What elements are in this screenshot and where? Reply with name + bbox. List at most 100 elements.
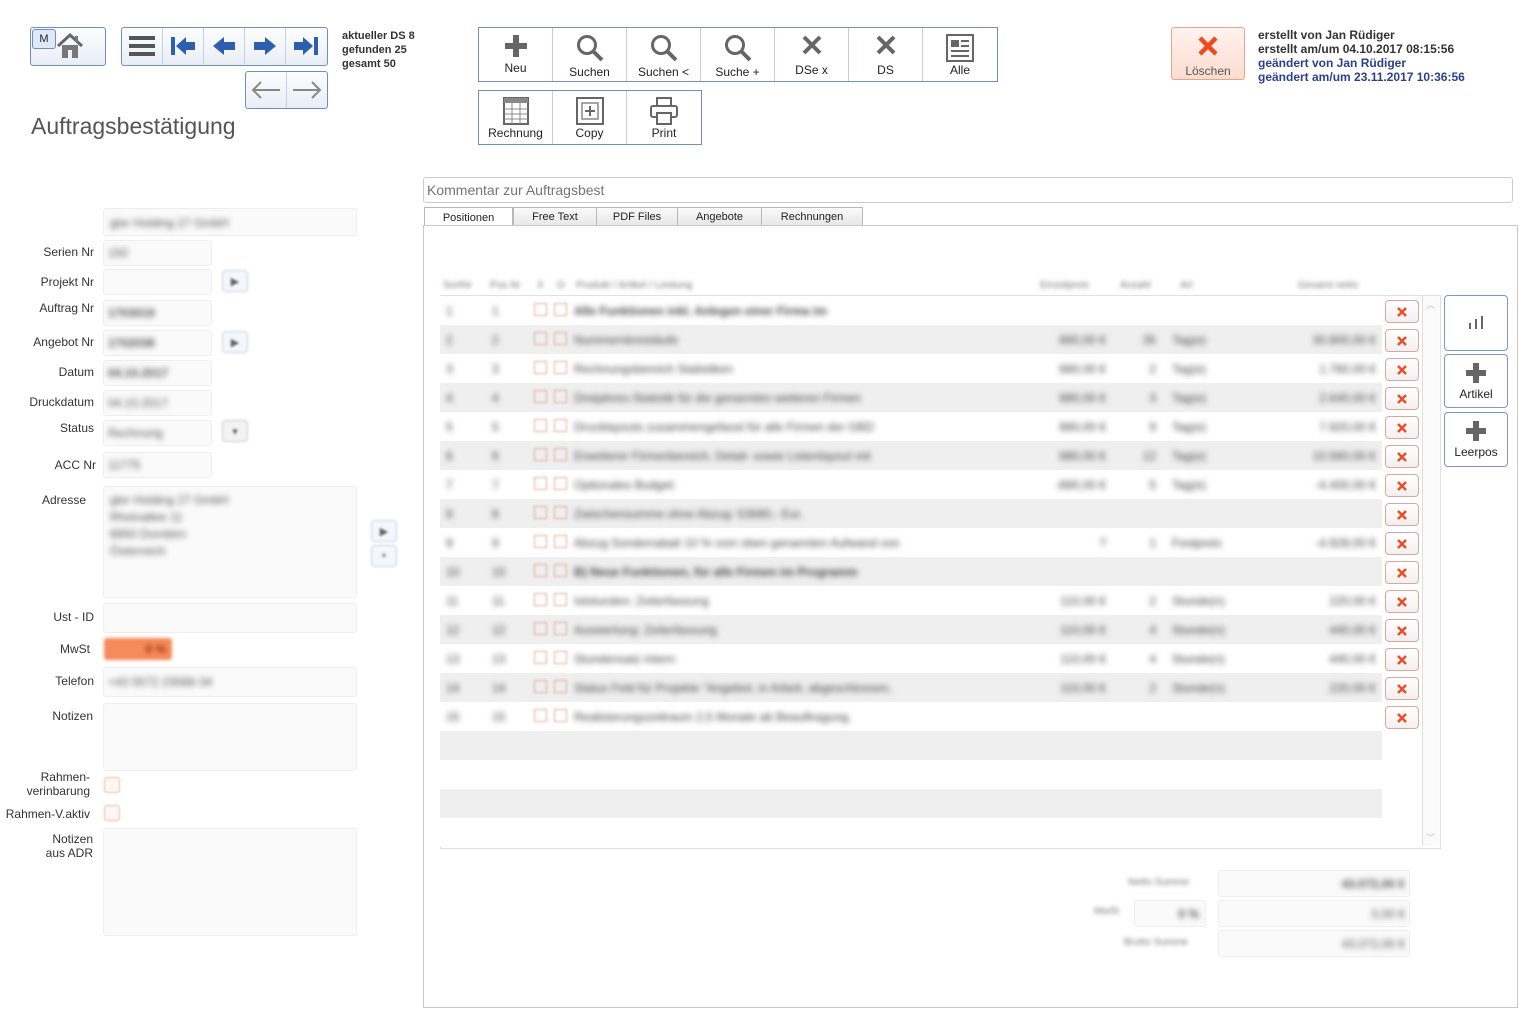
delete-row-button[interactable] bbox=[1385, 387, 1419, 410]
company-field[interactable]: gler Holding 27 GmbH bbox=[103, 208, 357, 236]
table-row[interactable]: 15 15 Realisierungszeitraum 2,5 Monate ab … bbox=[440, 702, 1382, 731]
table-row[interactable]: 7 7 Optionales Budget: -880,00 € 5 Tag(e) -4.4… bbox=[440, 470, 1382, 499]
tab-angebote[interactable]: Angebote bbox=[677, 207, 762, 226]
search-less-button[interactable]: Suchen < bbox=[627, 28, 701, 81]
table-row[interactable]: 12 12 Auswertung: Zeiterfassung 110,00 € 4 St… bbox=[440, 615, 1382, 644]
scroll-down-icon[interactable]: ﹀ bbox=[1426, 831, 1435, 844]
row-checkbox[interactable] bbox=[554, 709, 567, 722]
first-record-icon[interactable] bbox=[163, 28, 204, 64]
row-checkbox[interactable] bbox=[534, 709, 547, 722]
table-row[interactable]: 1 1 Alle Funktionen inkl. Anlegen einer Fi… bbox=[440, 296, 1382, 325]
delete-button[interactable]: Löschen bbox=[1171, 27, 1245, 80]
delete-row-button[interactable] bbox=[1385, 532, 1419, 555]
ust-id-field[interactable] bbox=[103, 603, 357, 633]
table-row[interactable]: 9 9 Abzug Sonderrabatt 10 % vom oben genan… bbox=[440, 528, 1382, 557]
row-checkbox[interactable] bbox=[534, 680, 547, 693]
home-icon[interactable] bbox=[55, 31, 85, 61]
delete-row-button[interactable] bbox=[1385, 706, 1419, 729]
delete-row-button[interactable] bbox=[1385, 561, 1419, 584]
row-checkbox[interactable] bbox=[554, 303, 567, 316]
row-checkbox[interactable] bbox=[554, 593, 567, 606]
delete-row-button[interactable] bbox=[1385, 677, 1419, 700]
tab-pdf-files[interactable]: PDF Files bbox=[596, 207, 678, 226]
delete-row-button[interactable] bbox=[1385, 358, 1419, 381]
row-checkbox[interactable] bbox=[534, 651, 547, 664]
row-checkbox[interactable] bbox=[554, 361, 567, 374]
previous-record-icon[interactable] bbox=[204, 28, 245, 64]
table-row[interactable]: 3 3 Rechnungsbereich Statistiken 880,00 € 2 T… bbox=[440, 354, 1382, 383]
angebot-nr-field[interactable]: 1702038 bbox=[103, 330, 212, 356]
row-checkbox[interactable] bbox=[534, 477, 547, 490]
druckdatum-field[interactable]: 04.10.2017 bbox=[103, 390, 212, 416]
table-row[interactable]: 8 8 Zwischensumme ohne Abzug: 53680,- Eur. bbox=[440, 499, 1382, 528]
table-row[interactable]: 2 2 Nummernkreisläufe 880,00 € 35 Tag(e) 30.80… bbox=[440, 325, 1382, 354]
search-add-button[interactable]: Suche + bbox=[701, 28, 775, 81]
notizen-field[interactable] bbox=[103, 703, 357, 771]
table-row[interactable]: 6 6 Erweiterer Firmenbereich, Detail- sowi… bbox=[440, 441, 1382, 470]
chart-button[interactable] bbox=[1444, 295, 1508, 351]
tab-free-text[interactable]: Free Text bbox=[513, 207, 597, 226]
delete-row-button[interactable] bbox=[1385, 445, 1419, 468]
back-arrow-icon[interactable] bbox=[246, 72, 287, 108]
table-row[interactable]: 10 10 B) Neue Funktionen, für alle Firmen … bbox=[440, 557, 1382, 586]
omit-record-button[interactable]: DS bbox=[849, 28, 923, 81]
row-checkbox[interactable] bbox=[554, 651, 567, 664]
omit-records-button[interactable]: DSe x bbox=[775, 28, 849, 81]
next-record-icon[interactable] bbox=[245, 28, 286, 64]
row-checkbox[interactable] bbox=[554, 564, 567, 577]
address-go-button[interactable]: ▶ bbox=[371, 520, 397, 542]
auftrag-nr-field[interactable]: 1703019 bbox=[103, 300, 212, 326]
row-checkbox[interactable] bbox=[554, 419, 567, 432]
adresse-field[interactable]: gler Holding 27 GmbH Rheinallee 11 6850 … bbox=[103, 486, 357, 598]
scroll-up-icon[interactable]: ︿ bbox=[1426, 298, 1435, 311]
telefon-field[interactable]: +43 5572 23568-34 bbox=[103, 667, 357, 697]
delete-row-button[interactable] bbox=[1385, 474, 1419, 497]
tab-rechnungen[interactable]: Rechnungen bbox=[761, 207, 863, 226]
table-row[interactable]: 14 14 Status Feld für Projekte "Angebot, i… bbox=[440, 673, 1382, 702]
delete-row-button[interactable] bbox=[1385, 416, 1419, 439]
row-checkbox[interactable] bbox=[554, 506, 567, 519]
invoice-button[interactable]: Rechnung bbox=[479, 91, 553, 144]
row-checkbox[interactable] bbox=[534, 593, 547, 606]
projekt-nr-field[interactable] bbox=[103, 269, 212, 295]
row-checkbox[interactable] bbox=[554, 622, 567, 635]
copy-button[interactable]: Copy bbox=[553, 91, 627, 144]
row-checkbox[interactable] bbox=[534, 448, 547, 461]
forward-arrow-icon[interactable] bbox=[287, 72, 327, 108]
row-checkbox[interactable] bbox=[534, 303, 547, 316]
rahmen-aktiv-checkbox[interactable] bbox=[104, 805, 120, 821]
serien-nr-field[interactable]: 150 bbox=[103, 240, 212, 266]
table-row[interactable]: 5 5 Drucklayouts zusammengefasst für alle … bbox=[440, 412, 1382, 441]
row-checkbox[interactable] bbox=[534, 419, 547, 432]
notizen-adr-field[interactable] bbox=[103, 828, 357, 936]
address-add-button[interactable]: + bbox=[371, 545, 397, 567]
row-checkbox[interactable] bbox=[534, 390, 547, 403]
delete-row-button[interactable] bbox=[1385, 648, 1419, 671]
row-checkbox[interactable] bbox=[534, 361, 547, 374]
row-checkbox[interactable] bbox=[534, 332, 547, 345]
row-checkbox[interactable] bbox=[554, 332, 567, 345]
tab-positionen[interactable]: Positionen bbox=[424, 207, 513, 227]
projekt-go-button[interactable]: ▶ bbox=[222, 270, 248, 292]
row-checkbox[interactable] bbox=[554, 680, 567, 693]
delete-row-button[interactable] bbox=[1385, 590, 1419, 613]
m-badge[interactable]: M bbox=[32, 29, 56, 49]
print-button[interactable]: Print bbox=[627, 91, 701, 144]
comment-input[interactable] bbox=[423, 177, 1513, 203]
table-row[interactable]: 13 13 Stundensatz intern: 110,00 € 4 Stunde(n… bbox=[440, 644, 1382, 673]
delete-row-button[interactable] bbox=[1385, 503, 1419, 526]
row-checkbox[interactable] bbox=[554, 448, 567, 461]
row-checkbox[interactable] bbox=[554, 535, 567, 548]
row-checkbox[interactable] bbox=[534, 506, 547, 519]
add-article-button[interactable]: Artikel bbox=[1444, 354, 1508, 408]
row-checkbox[interactable] bbox=[554, 390, 567, 403]
table-row[interactable]: 11 11 Iststunden: Zeiterfassung 110,00 € 2 St… bbox=[440, 586, 1382, 615]
delete-row-button[interactable] bbox=[1385, 619, 1419, 642]
table-scrollbar[interactable]: ︿ ﹀ bbox=[1422, 296, 1439, 846]
datum-field[interactable]: 04.10.2017 bbox=[103, 360, 212, 386]
status-dropdown-button[interactable]: ▾ bbox=[222, 420, 248, 442]
angebot-go-button[interactable]: ▶ bbox=[222, 331, 248, 353]
new-button[interactable]: Neu bbox=[479, 28, 553, 81]
row-checkbox[interactable] bbox=[554, 477, 567, 490]
delete-row-button[interactable] bbox=[1385, 300, 1419, 323]
